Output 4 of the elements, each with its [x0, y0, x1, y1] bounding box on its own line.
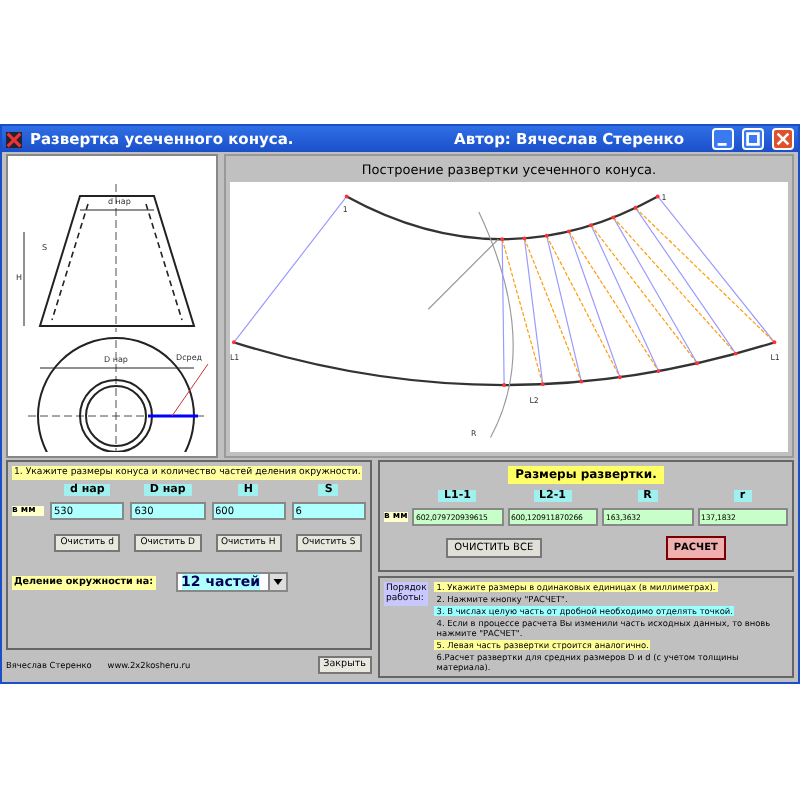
maximize-icon[interactable] — [744, 130, 762, 148]
close-icon[interactable] — [774, 130, 792, 148]
caret-icon — [272, 576, 285, 588]
app-icon — [6, 131, 22, 147]
